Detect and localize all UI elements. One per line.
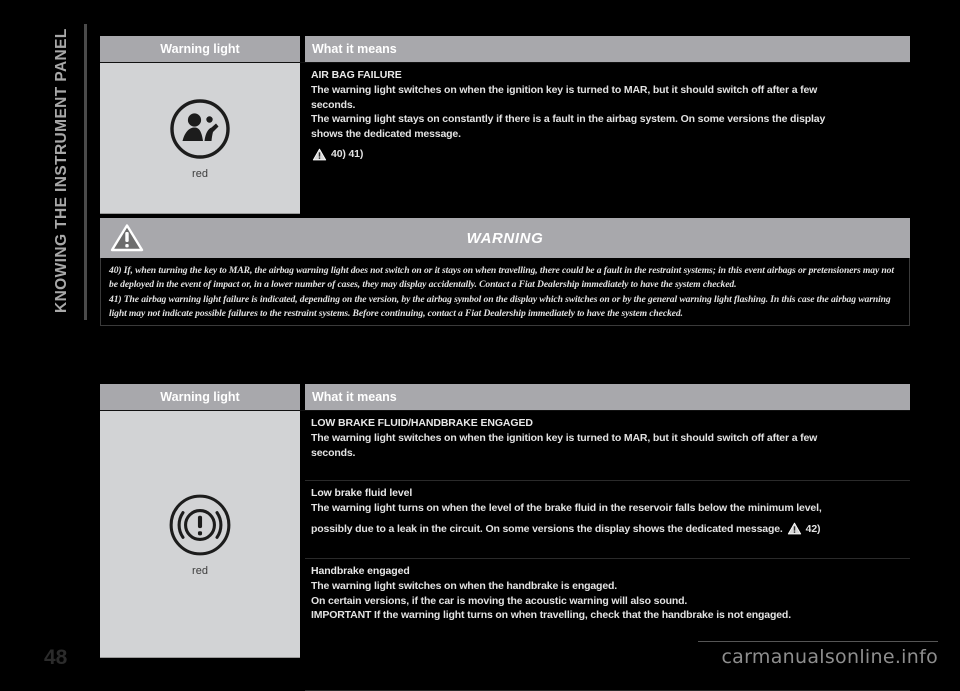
- column-header-warning-light: Warning light: [100, 384, 300, 410]
- chapter-title: KNOWING THE INSTRUMENT PANEL: [53, 28, 70, 313]
- section-line: On certain versions, if the car is movin…: [311, 594, 688, 607]
- section-reference: 40) 41): [311, 147, 904, 162]
- warning-light-table-brakes: Warning light What it means red LOW BRAK…: [100, 384, 910, 691]
- warning-light-cell: red: [100, 411, 300, 658]
- warning-triangle-icon: [787, 522, 801, 535]
- section-line: possibly due to a leak in the circuit. O…: [311, 522, 904, 537]
- warning-banner-title: WARNING: [466, 229, 544, 247]
- warning-triangle-icon: [110, 224, 144, 252]
- watermark-rule: [698, 641, 938, 642]
- warning-light-cell: red: [100, 63, 300, 214]
- section-line: The warning light turns on when the leve…: [311, 502, 822, 514]
- warning-box: WARNING 40) If, when turning the key to …: [100, 218, 910, 327]
- reference-numbers: 42): [805, 522, 821, 535]
- section-line: The warning light switches on when the i…: [311, 84, 818, 96]
- section-line-text: possibly due to a leak in the circuit. O…: [311, 522, 783, 535]
- section-title: LOW BRAKE FLUID/HANDBRAKE ENGAGED: [311, 417, 533, 429]
- section-title: Low brake fluid level: [311, 487, 413, 499]
- chapter-tab-rule: [84, 24, 87, 320]
- section-line: The warning light switches on when the i…: [311, 432, 818, 444]
- page-number: 48: [44, 646, 68, 669]
- section-line: IMPORTANT If the warning light turns on …: [311, 609, 791, 621]
- warning-light-table-airbag: Warning light What it means red AIR BAG …: [100, 36, 910, 225]
- section-line: The warning light stays on constantly if…: [311, 113, 826, 125]
- section-line: The warning light switches on when the h…: [311, 580, 618, 592]
- brake-warning-icon: [169, 494, 231, 555]
- chapter-tab: KNOWING THE INSTRUMENT PANEL: [36, 24, 76, 324]
- warning-light-color-label: red: [192, 167, 208, 180]
- what-it-means-cell: AIR BAG FAILURE The warning light switch…: [305, 63, 910, 225]
- section-line: seconds.: [311, 446, 356, 459]
- table-header-row: Warning light What it means: [100, 384, 910, 410]
- column-header-what-it-means: What it means: [305, 384, 910, 410]
- section-title: Handbrake engaged: [311, 565, 410, 577]
- warning-banner: WARNING: [100, 218, 910, 258]
- section-line: shows the dedicated message.: [311, 127, 461, 140]
- warning-light-color-label: red: [192, 564, 208, 577]
- meaning-section: Handbrake engaged The warning light swit…: [305, 559, 910, 691]
- warning-paragraph: 40) If, when turning the key to MAR, the…: [109, 265, 894, 290]
- meaning-section: Low brake fluid level The warning light …: [305, 481, 910, 559]
- warning-paragraph: 41) The airbag warning light failure is …: [109, 294, 891, 319]
- table-body: red AIR BAG FAILURE The warning light sw…: [100, 62, 910, 225]
- meaning-section: AIR BAG FAILURE The warning light switch…: [305, 63, 910, 225]
- section-line: seconds.: [311, 98, 356, 111]
- manual-page: KNOWING THE INSTRUMENT PANEL Warning lig…: [0, 0, 960, 691]
- meaning-section: LOW BRAKE FLUID/HANDBRAKE ENGAGED The wa…: [305, 411, 910, 481]
- table-header-row: Warning light What it means: [100, 36, 910, 62]
- warning-triangle-icon: [312, 148, 327, 161]
- watermark: carmanualsonline.info: [721, 646, 938, 668]
- column-header-warning-light: Warning light: [100, 36, 300, 62]
- column-header-what-it-means: What it means: [305, 36, 910, 62]
- section-title: AIR BAG FAILURE: [311, 69, 402, 81]
- airbag-failure-icon: [170, 98, 230, 159]
- warning-body: 40) If, when turning the key to MAR, the…: [100, 258, 910, 327]
- reference-numbers: 40) 41): [331, 148, 364, 160]
